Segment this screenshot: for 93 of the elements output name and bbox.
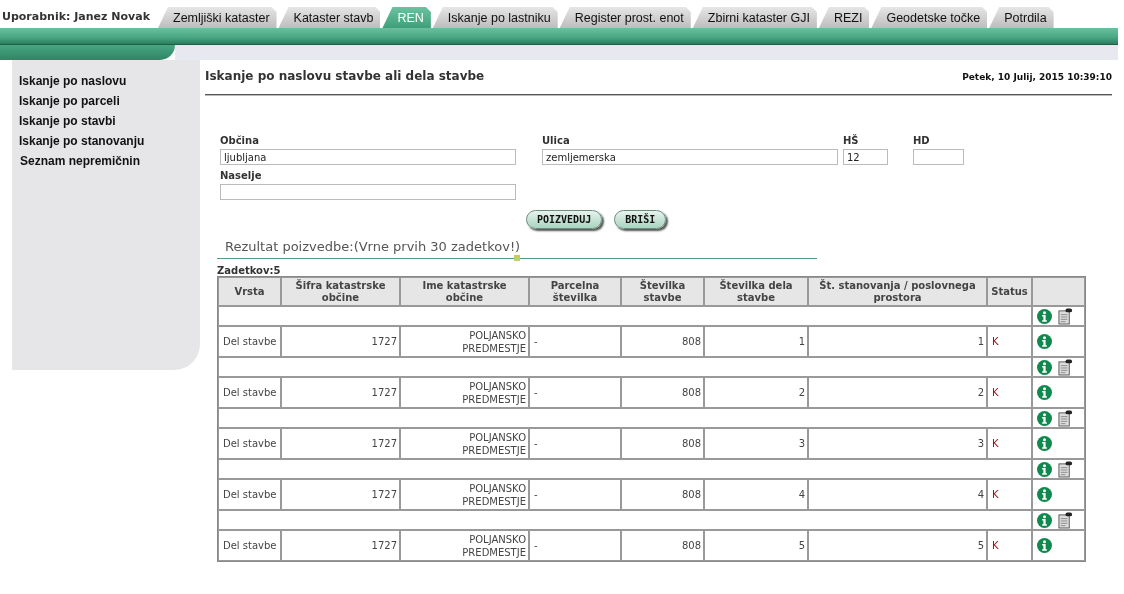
table-cell: -	[529, 530, 621, 561]
nav-tab[interactable]: Geodetske točke	[871, 7, 988, 28]
field-label: HŠ	[843, 135, 860, 146]
nav-tab[interactable]: Kataster stavb	[278, 7, 381, 28]
table-cell: 1727	[281, 326, 400, 357]
table-cell: 5	[808, 530, 987, 561]
table-cell: 808	[621, 326, 704, 357]
info-icon[interactable]	[1037, 334, 1052, 349]
field-label: Naselje	[220, 170, 263, 181]
column-header: Številka stavbe	[621, 277, 704, 306]
input-field[interactable]	[220, 184, 516, 200]
input-field[interactable]: 12	[843, 149, 888, 165]
table-cell: Del stavbe	[218, 530, 281, 561]
table-cell: 4	[704, 479, 808, 510]
field-label: HD	[913, 135, 931, 146]
nav-tab[interactable]: Iskanje po lastniku	[432, 7, 558, 28]
document-icon[interactable]	[1058, 358, 1073, 376]
sidebar-link[interactable]: Iskanje po parceli	[12, 91, 200, 111]
column-header: Šifra katastrske občine	[281, 277, 400, 306]
table-cell: Del stavbe	[218, 326, 281, 357]
table-cell: K	[987, 530, 1032, 561]
nav-tab[interactable]: REZI	[818, 7, 870, 28]
document-icon[interactable]	[1058, 460, 1073, 478]
table-cell: Del stavbe	[218, 428, 281, 459]
info-icon[interactable]	[1037, 436, 1052, 451]
info-icon[interactable]	[1037, 359, 1052, 375]
sidebar-link[interactable]: Iskanje po naslovu	[12, 71, 200, 91]
document-icon[interactable]	[1058, 307, 1073, 325]
table-cell: K	[987, 377, 1032, 408]
info-icon[interactable]	[1037, 538, 1052, 553]
input-field[interactable]: zemljemerska	[542, 149, 838, 165]
date-time: Petek, 10 Julij, 2015 10:39:10	[962, 72, 1112, 82]
table-cell: 3	[808, 428, 987, 459]
action-button[interactable]: BRIŠI	[614, 210, 667, 229]
action-button[interactable]: POIZVEDUJ	[526, 210, 603, 229]
table-cell: 1	[704, 326, 808, 357]
table-cell: 1727	[281, 479, 400, 510]
table-cell: 4	[808, 479, 987, 510]
column-header: Vrsta	[218, 277, 281, 306]
document-icon[interactable]	[1058, 409, 1073, 427]
nav-tab[interactable]: Zemljiški kataster	[158, 7, 277, 28]
table-cell: K	[987, 479, 1032, 510]
nav-tab[interactable]: Zbirni kataster GJI	[692, 7, 817, 28]
column-header: Ime katastrske občine	[400, 277, 529, 306]
table-cell: 2	[808, 377, 987, 408]
table-cell: 808	[621, 530, 704, 561]
sidebar-link[interactable]: Iskanje po stanovanju	[12, 131, 200, 151]
table-cell: POLJANSKO PREDMESTJE	[400, 428, 529, 459]
field-label: Ulica	[542, 135, 571, 146]
table-cell: Del stavbe	[218, 377, 281, 408]
document-icon[interactable]	[1058, 511, 1073, 529]
table-cell: 1727	[281, 428, 400, 459]
info-icon[interactable]	[1037, 487, 1052, 502]
table-cell: K	[987, 428, 1032, 459]
table-cell: POLJANSKO PREDMESTJE	[400, 479, 529, 510]
info-icon[interactable]	[1037, 385, 1052, 400]
user-label: Uporabnik: Janez Novak	[1, 10, 151, 25]
column-header: Parcelna številka	[529, 277, 621, 306]
result-title: Rezultat poizvedbe:(Vrne prvih 30 zadetkov!)	[225, 239, 522, 254]
table-cell: 3	[704, 428, 808, 459]
page-title: Iskanje po naslovu stavbe ali dela stavbe	[205, 69, 485, 83]
field-label: Občina	[220, 135, 260, 146]
table-cell: 808	[621, 428, 704, 459]
table-cell: 1727	[281, 377, 400, 408]
table-cell: -	[529, 326, 621, 357]
table-cell: 2	[704, 377, 808, 408]
table-cell: -	[529, 479, 621, 510]
info-icon[interactable]	[1037, 512, 1052, 528]
sidebar-link[interactable]: Iskanje po stavbi	[12, 111, 200, 131]
table-cell: POLJANSKO PREDMESTJE	[400, 326, 529, 357]
column-header: Št. stanovanja / poslovnega prostora	[808, 277, 987, 306]
info-icon[interactable]	[1037, 308, 1052, 324]
nav-tab[interactable]: Register prost. enot	[559, 7, 691, 28]
input-field[interactable]	[913, 149, 964, 165]
table-cell: -	[529, 428, 621, 459]
info-icon[interactable]	[1037, 410, 1052, 426]
table-cell: K	[987, 326, 1032, 357]
table-cell: 1727	[281, 530, 400, 561]
table-cell: POLJANSKO PREDMESTJE	[400, 530, 529, 561]
table-cell: -	[529, 377, 621, 408]
info-icon[interactable]	[1037, 461, 1052, 477]
nav-tab[interactable]: Potrdila	[989, 7, 1054, 28]
column-header: Številka dela stavbe	[704, 277, 808, 306]
input-field[interactable]: ljubljana	[220, 149, 516, 165]
result-count: Zadetkov:5	[217, 265, 282, 276]
table-cell: Del stavbe	[218, 479, 281, 510]
table-cell: 808	[621, 479, 704, 510]
column-header: Status	[987, 277, 1032, 306]
table-cell: 808	[621, 377, 704, 408]
table-cell: POLJANSKO PREDMESTJE	[400, 377, 529, 408]
sidebar-link[interactable]: Seznam nepremičnin	[12, 151, 200, 171]
table-cell: 1	[808, 326, 987, 357]
table-cell: 5	[704, 530, 808, 561]
